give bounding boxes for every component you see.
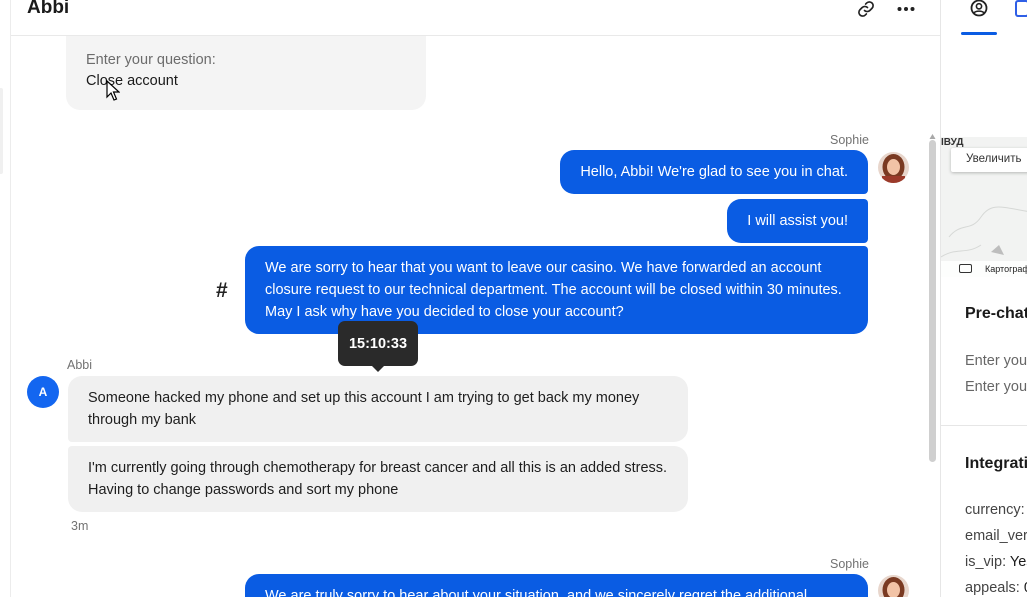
chat-scrollbar[interactable] [929, 140, 936, 462]
sender-name: Sophie [830, 133, 869, 147]
sender-name: Abbi [67, 358, 93, 372]
link-icon[interactable] [851, 0, 881, 18]
prechat-field: Enter you [965, 379, 1027, 395]
integration-row: is_vip: Yes [965, 554, 1027, 570]
agent-avatar [878, 575, 909, 597]
more-horizontal-icon[interactable] [891, 0, 921, 18]
keyboard-icon[interactable] [959, 264, 972, 273]
message-time: 3m [71, 519, 89, 533]
integration-section-heading: Integration [965, 455, 1027, 472]
prechat-value: Close account [86, 73, 178, 89]
prechat-field: Enter you [965, 353, 1027, 369]
integration-row: currency: [965, 502, 1025, 518]
message-bubble[interactable]: Someone hacked my phone and set up this … [68, 376, 688, 442]
prechat-label: Enter your question: [86, 52, 216, 68]
map-place-label: ІВУД [941, 137, 964, 148]
integration-row: appeals: 0 [965, 580, 1027, 596]
hash-icon[interactable]: # [216, 279, 228, 303]
time-tooltip: 15:10:33 [338, 321, 418, 372]
location-map[interactable]: ІВУД Увеличить Картографические [941, 137, 1027, 277]
left-edge-handle [0, 88, 3, 174]
chat-header: Abbi [11, 0, 940, 36]
chat-tab-icon[interactable] [1015, 0, 1027, 18]
integration-row: email_ver [965, 528, 1027, 544]
map-zoom-button[interactable]: Увеличить [951, 148, 1027, 172]
message-bubble[interactable]: Hello, Abbi! We're glad to see you in ch… [560, 150, 868, 194]
agent-avatar [878, 152, 909, 183]
chat-title: Abbi [27, 0, 70, 18]
mouse-cursor-icon [106, 79, 121, 102]
section-divider [941, 425, 1027, 426]
message-bubble[interactable]: I will assist you! [727, 199, 868, 243]
active-tab-indicator [961, 32, 997, 35]
message-bubble[interactable]: We are truly sorry to hear about your si… [245, 574, 868, 597]
scroll-up-arrow-icon[interactable] [929, 128, 936, 139]
message-bubble[interactable]: We are sorry to hear that you want to le… [245, 246, 868, 334]
map-attribution: Картографические [941, 261, 1027, 277]
message-bubble[interactable]: I'm currently going through chemotherapy… [68, 446, 688, 512]
prechat-section-heading: Pre-chat [965, 305, 1027, 322]
sender-name: Sophie [830, 557, 869, 571]
prechat-card: Enter your question: Close account [66, 36, 426, 110]
visitor-info-panel: ІВУД Увеличить Картографические Pre-chat… [941, 0, 1027, 597]
visitor-avatar: A [27, 376, 59, 408]
user-profile-icon[interactable] [969, 0, 989, 18]
chat-messages: Enter your question: Close account Sophi… [11, 36, 940, 597]
